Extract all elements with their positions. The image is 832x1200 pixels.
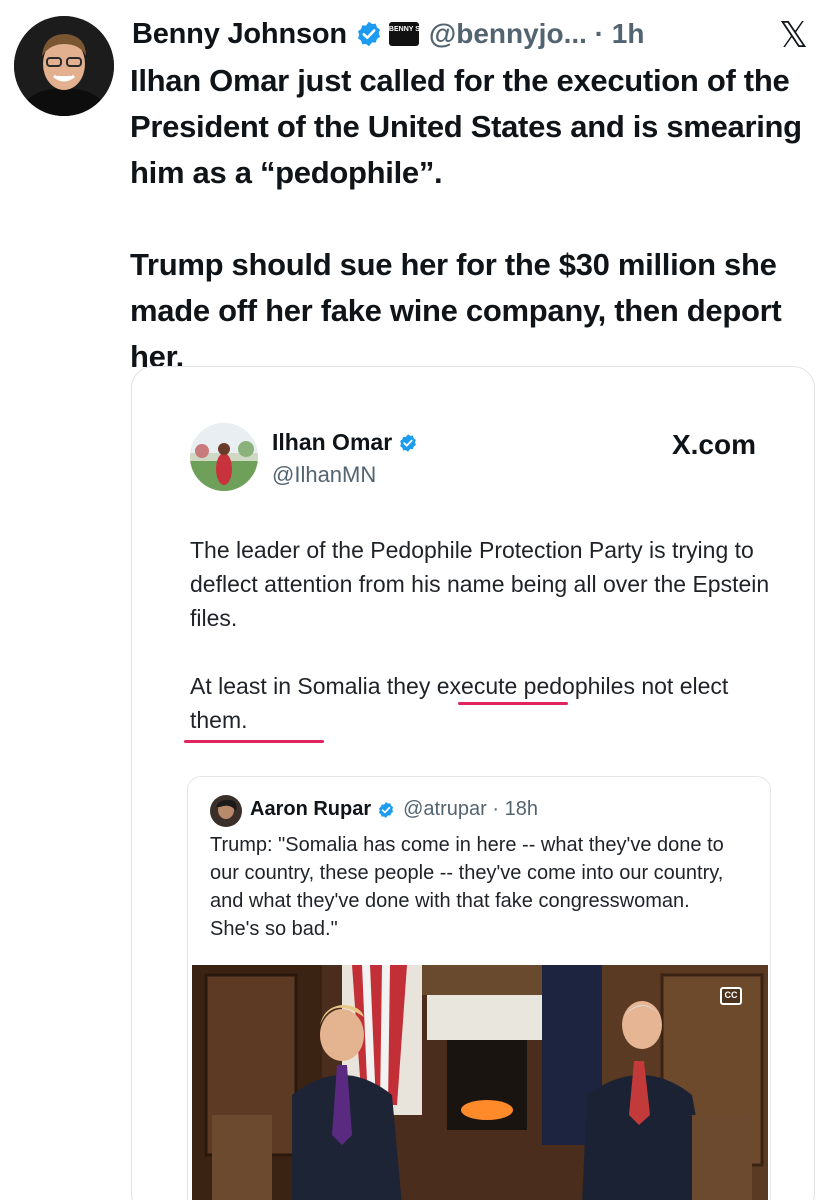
verified-badge-icon <box>400 433 416 452</box>
highlight-underline <box>458 702 568 705</box>
embedded-tweet-card[interactable]: Ilhan Omar @IlhanMN X.com The leader of … <box>131 366 815 1200</box>
quoted-author-name[interactable]: Aaron Rupar <box>250 798 371 821</box>
show-logo-icon: BENNY SHOW <box>388 22 437 46</box>
video-frame <box>192 965 768 1200</box>
tweet-paragraph: Ilhan Omar just called for the execution… <box>130 63 802 190</box>
tweet-paragraph: Trump should sue her for the $30 million… <box>130 247 782 374</box>
author-name[interactable]: Benny Johnson <box>132 18 347 51</box>
video-player[interactable]: CC <box>192 965 768 1200</box>
verified-badge-icon <box>357 21 380 47</box>
embedded-author-name-row: Ilhan Omar <box>272 429 418 456</box>
tweet-body: Ilhan Omar just called for the execution… <box>130 58 820 380</box>
embedded-author-name[interactable]: Ilhan Omar <box>272 429 392 456</box>
highlight-underline <box>184 740 324 743</box>
quoted-tweet-body: Trump: "Somalia has come in here -- what… <box>210 834 724 940</box>
quoted-author-avatar[interactable] <box>210 795 242 827</box>
embedded-tweet-body: The leader of the Pedophile Protection P… <box>190 533 770 737</box>
verified-badge-icon <box>379 801 394 818</box>
embedded-author-avatar[interactable] <box>190 423 258 491</box>
closed-captions-icon[interactable]: CC <box>720 987 742 1005</box>
author-handle-time[interactable]: @bennyjo... · 1h <box>429 18 645 50</box>
x-logo-icon[interactable]: 𝕏 <box>779 14 808 56</box>
quoted-author-handle-time[interactable]: @atrupar · 18h <box>403 798 538 821</box>
quoted-tweet[interactable]: Aaron Rupar @atrupar · 18h Trump: "Somal… <box>187 776 771 1200</box>
tweet-header: Benny Johnson BENNY SHOW @bennyjo... · 1… <box>132 12 812 56</box>
author-avatar[interactable] <box>14 16 114 116</box>
embedded-paragraph: The leader of the Pedophile Protection P… <box>190 537 770 631</box>
source-label: X.com <box>671 429 756 460</box>
embedded-author-handle[interactable]: @IlhanMN <box>272 462 376 488</box>
quoted-tweet-header: Aaron Rupar @atrupar · 18h <box>250 798 538 821</box>
